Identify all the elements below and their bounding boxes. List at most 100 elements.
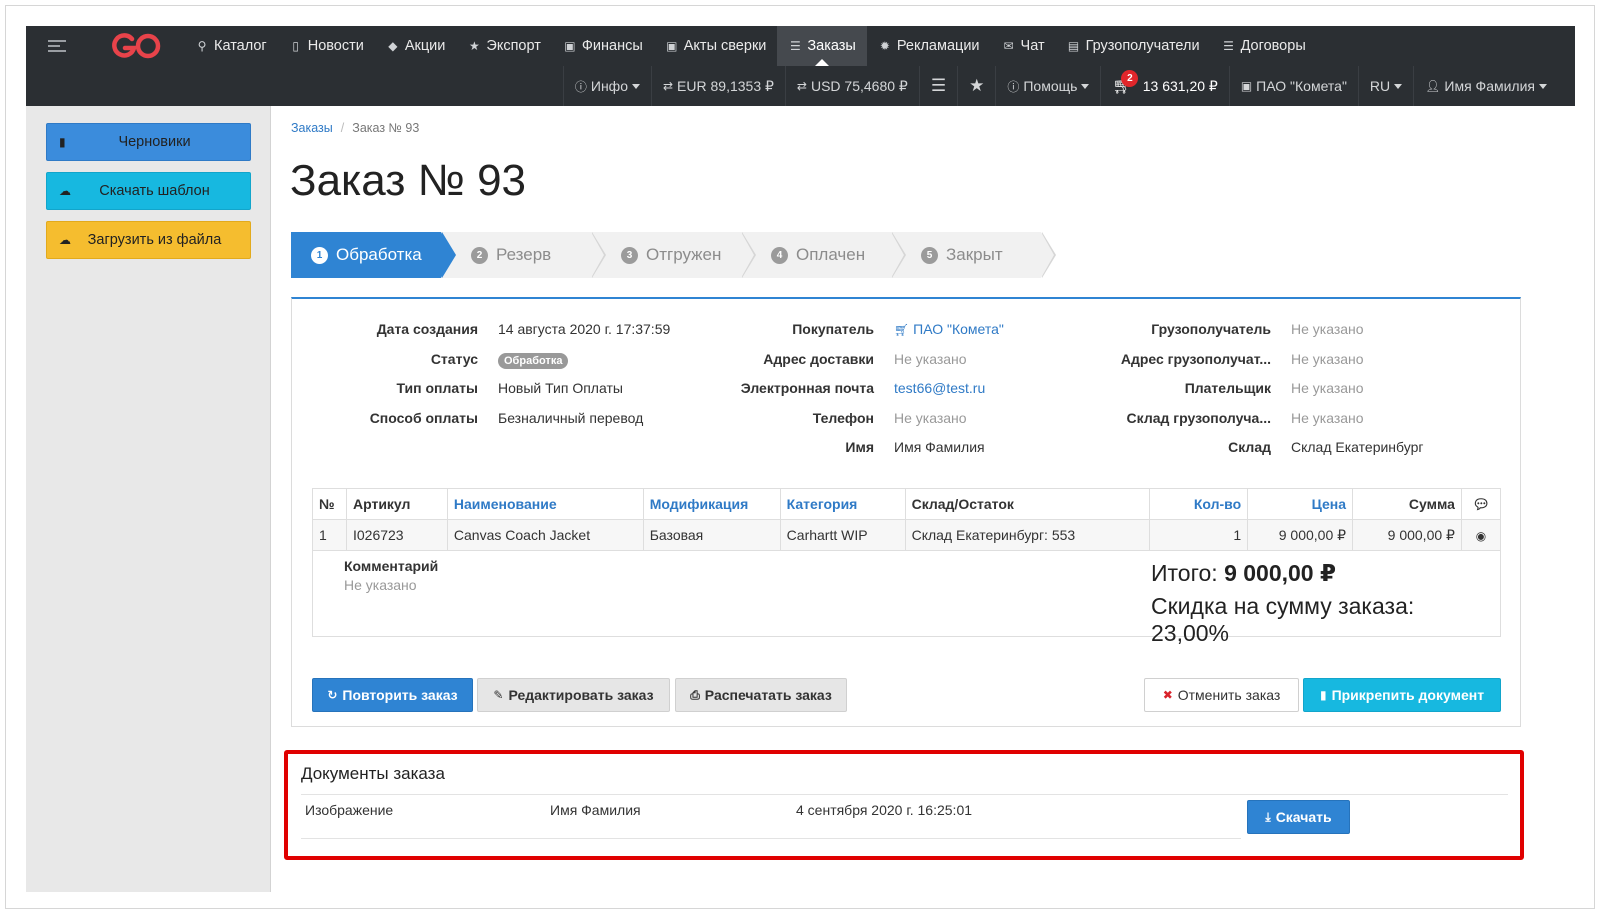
delivery-address-label: Адрес доставки <box>763 350 874 367</box>
info-label: Инфо <box>590 78 628 94</box>
breadcrumb-orders-link[interactable]: Заказы <box>291 121 333 135</box>
status-badge: Обработка <box>498 352 569 369</box>
step-label: Закрыт <box>946 245 1003 264</box>
step-paid[interactable]: 4 Оплачен <box>741 232 906 278</box>
menu-item-claims[interactable]: ✹ Рекламации <box>867 26 991 66</box>
step-processing[interactable]: 1 Обработка <box>291 232 456 278</box>
print-order-button[interactable]: ⎙ Распечатать заказ <box>675 678 847 712</box>
step-number: 3 <box>621 246 638 264</box>
user-name: Имя Фамилия <box>1444 78 1535 94</box>
step-shipped[interactable]: 3 Отгружен <box>591 232 756 278</box>
menu-item-chat[interactable]: ✉ Чат <box>991 26 1056 66</box>
company-selector[interactable]: ▣ ПАО "Комета" <box>1228 66 1358 106</box>
cell-num: 1 <box>312 519 347 551</box>
menu-item-promotions[interactable]: ◆ Акции <box>375 26 457 66</box>
menu-item-orders[interactable]: ☰ Заказы <box>777 26 867 66</box>
cart-button[interactable]: 🛒︎ 2 13 631,20 ₽ <box>1100 66 1228 106</box>
usd-rate[interactable]: ⇄ USD 75,4680 ₽ <box>784 66 919 106</box>
menu-item-catalog[interactable]: ⚲ Каталог <box>184 26 278 66</box>
star-icon: ★ <box>469 39 480 53</box>
list-view-button[interactable]: ☰ <box>918 66 957 106</box>
cart-count-badge: 2 <box>1121 70 1139 87</box>
buyer-link[interactable]: 🛒︎ ПАО "Комета" <box>894 321 1004 337</box>
hamburger-menu-icon[interactable] <box>48 40 66 52</box>
repeat-order-button[interactable]: ↻ Повторить заказ <box>312 678 473 712</box>
menu-item-contracts[interactable]: ☰ Договоры <box>1211 26 1317 66</box>
buyer-label: Покупатель <box>792 321 874 337</box>
menu-item-label: Договоры <box>1240 38 1306 54</box>
email-link[interactable]: test66@test.ru <box>894 380 985 396</box>
comment-value: Не указано <box>344 577 417 593</box>
language-dropdown[interactable]: RU <box>1357 66 1413 106</box>
cloud-upload-icon: ☁ <box>59 233 71 247</box>
col-modification[interactable]: Модификация <box>642 488 781 520</box>
caret-down-icon <box>1394 83 1403 89</box>
star-icon: ★ <box>969 76 985 95</box>
col-category[interactable]: Категория <box>779 488 906 520</box>
info-dropdown[interactable]: ⓘ Инфо <box>562 66 651 106</box>
user-dropdown[interactable]: 👤︎ Имя Фамилия <box>1413 66 1575 106</box>
print-order-label: Распечатать заказ <box>704 687 832 703</box>
payer-value: Не указано <box>1291 380 1364 396</box>
order-info-column-3: Грузополучатель Не указано Адрес грузопол… <box>1085 321 1424 469</box>
sidebar: ▮ Черновики ☁ Скачать шаблон ☁ Загрузить из… <box>26 106 271 892</box>
menu-item-finance[interactable]: ▣ Финансы <box>552 26 654 66</box>
document-type: Изображение <box>305 802 394 818</box>
list-icon: ☰ <box>930 76 947 95</box>
top-navbar: ⚲ Каталог ▯ Новости ◆ Акции ★ Экспорт ▣ Финан… <box>26 26 1575 106</box>
attach-document-button[interactable]: ▮ Прикрепить документ <box>1303 678 1501 712</box>
favorites-button[interactable]: ★ <box>957 66 995 106</box>
col-name[interactable]: Наименование <box>446 488 644 520</box>
menu-item-label: Акции <box>404 38 446 54</box>
total-label: Итого: <box>1151 560 1218 586</box>
comment-bubble-icon: 💬︎ <box>1472 495 1490 512</box>
download-icon: ⤓ <box>1265 809 1271 824</box>
step-label: Оплачен <box>796 245 866 264</box>
step-reserve[interactable]: 2 Резерв <box>441 232 606 278</box>
eur-rate[interactable]: ⇄ EUR 89,1353 ₽ <box>650 66 785 106</box>
help-dropdown[interactable]: ⓘ Помощь <box>995 66 1100 106</box>
cloud-download-icon: ☁ <box>59 184 71 198</box>
menu-item-news[interactable]: ▯ Новости <box>278 26 375 66</box>
exchange-icon: ⇄ <box>796 79 807 93</box>
upload-file-button[interactable]: ☁ Загрузить из файла <box>46 221 251 259</box>
order-totals: Итого: 9 000,00 ₽ Скидка на сумму заказа… <box>1151 560 1496 647</box>
step-closed[interactable]: 5 Закрыт <box>891 232 1056 278</box>
step-number: 4 <box>771 246 788 264</box>
warehouse-label: Склад <box>1228 439 1271 455</box>
col-article: Артикул <box>345 488 448 520</box>
col-price[interactable]: Цена <box>1247 488 1354 520</box>
edit-order-button[interactable]: ✎ Редактировать заказ <box>477 678 670 712</box>
menu-item-label: Заказы <box>807 38 856 54</box>
go-logo[interactable] <box>110 31 162 61</box>
download-template-button[interactable]: ☁ Скачать шаблон <box>46 172 251 210</box>
step-label: Обработка <box>336 245 422 264</box>
total-value: 9 000,00 ₽ <box>1224 560 1336 586</box>
language-label: RU <box>1369 78 1391 94</box>
main-content: Заказы / Заказ № 93 Заказ № 93 1 Обработка … <box>271 106 1575 892</box>
list-icon: ☰ <box>790 39 801 53</box>
briefcase-icon: ▣ <box>1240 79 1253 93</box>
download-label: Скачать <box>1275 809 1332 825</box>
money-icon: ▣ <box>564 39 576 53</box>
menu-item-reconciliation[interactable]: ▣ Акты сверки <box>654 26 778 66</box>
consignee-warehouse-label: Склад грузополуча... <box>1126 409 1271 426</box>
created-value: 14 августа 2020 г. 17:37:59 <box>498 321 671 337</box>
email-label: Электронная почта <box>740 380 874 396</box>
cancel-order-button[interactable]: ✖ Отменить заказ <box>1144 678 1299 712</box>
download-document-button[interactable]: ⤓ Скачать <box>1247 800 1350 834</box>
col-qty[interactable]: Кол-во <box>1149 488 1249 520</box>
step-number: 2 <box>471 246 488 264</box>
app-window: ⚲ Каталог ▯ Новости ◆ Акции ★ Экспорт ▣ Финан… <box>26 26 1575 892</box>
caret-down-icon <box>631 83 640 89</box>
menu-item-export[interactable]: ★ Экспорт <box>456 26 551 66</box>
order-items-table: № Артикул Наименование Модификация Катег… <box>312 488 1502 551</box>
menu-item-label: Грузополучатели <box>1085 38 1200 54</box>
company-name: ПАО "Комета" <box>1256 78 1347 94</box>
col-num: № <box>312 488 347 520</box>
edit-icon: ✎ <box>493 688 504 702</box>
drafts-button[interactable]: ▮ Черновики <box>46 123 251 161</box>
cell-comment-toggle[interactable]: ◉ <box>1460 519 1502 551</box>
warehouse-value: Склад Екатеринбург <box>1291 439 1424 455</box>
menu-item-consignees[interactable]: ▤ Грузополучатели <box>1056 26 1211 66</box>
